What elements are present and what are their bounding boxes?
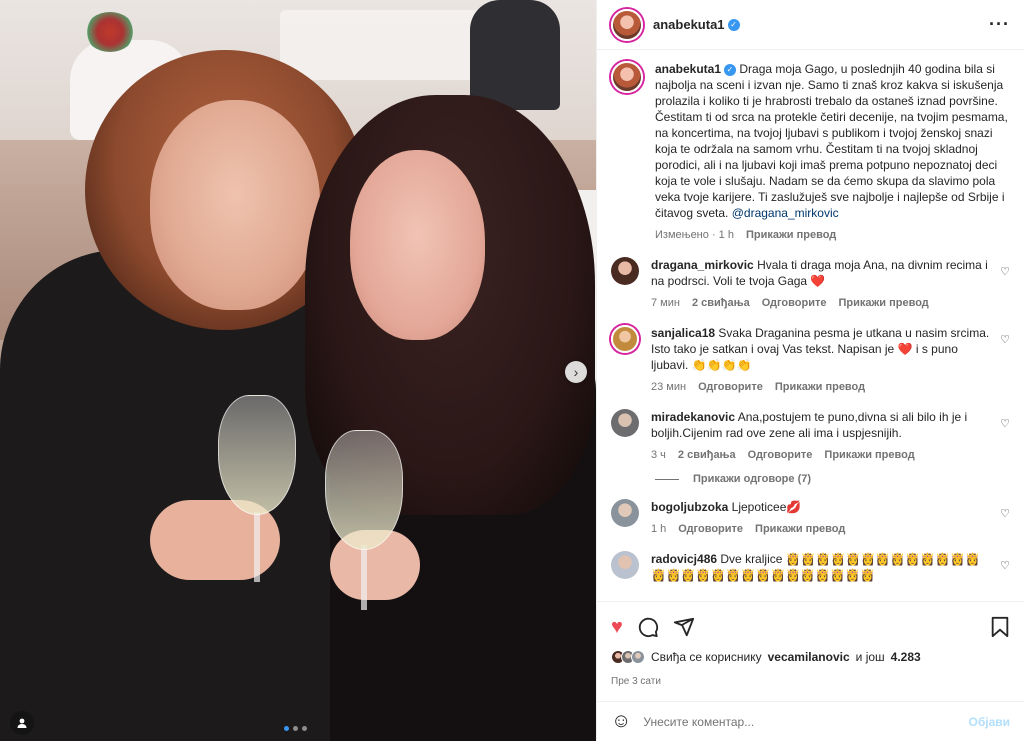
comment-username[interactable]: miradekanovic [651, 410, 735, 424]
translate-button[interactable]: Прикажи превод [824, 447, 914, 463]
like-heart-icon[interactable]: ♥ [611, 617, 623, 637]
photo-glass-stem [361, 545, 367, 610]
post-comment-button[interactable]: Објави [968, 715, 1010, 729]
likes-prefix: Свиђа се кориснику [651, 650, 762, 664]
comment-username[interactable]: bogoljubzoka [651, 500, 728, 514]
translate-button[interactable]: Прикажи превод [775, 379, 865, 395]
likes-summary[interactable]: Свиђа се кориснику vecamilanovic и још 4… [611, 650, 1010, 664]
post-actions-bar: ♥ [597, 601, 1024, 651]
comment-username[interactable]: sanjalica18 [651, 326, 715, 340]
comment-like-heart-icon[interactable]: ♡ [1000, 417, 1010, 430]
photo-table [280, 10, 480, 80]
translate-button[interactable]: Прикажи превод [746, 227, 836, 243]
liker-avatar [631, 650, 645, 664]
verified-badge-icon: ✓ [724, 63, 737, 76]
likes-mid: и још [855, 650, 885, 664]
edited-label: Измењено [655, 229, 709, 241]
comment-time: 3 ч [651, 449, 666, 461]
likers-avatars [611, 650, 645, 664]
post-header: anabekuta1 ✓ ··· [597, 0, 1024, 50]
replies-divider [655, 478, 679, 480]
tagged-users-button[interactable] [10, 711, 34, 735]
comment: sanjalica18 Svaka Draganina pesma je utk… [611, 325, 1010, 395]
chevron-right-icon: › [573, 364, 579, 380]
commenter-avatar[interactable] [611, 257, 639, 285]
caption-text: Draga moja Gago, u poslednjih 40 godina … [655, 62, 1008, 220]
comment: dragana_mirkovic Hvala ti draga moja Ana… [611, 257, 1010, 311]
more-options-icon[interactable]: ··· [989, 14, 1010, 35]
bookmark-icon[interactable] [990, 616, 1010, 638]
caption-username[interactable]: anabekuta1 [655, 62, 721, 76]
translate-button[interactable]: Прикажи превод [755, 521, 845, 537]
reply-button[interactable]: Одговорите [748, 447, 813, 463]
likes-username[interactable]: vecamilanovic [768, 650, 850, 664]
comment-text: Ljepoticee💋 [731, 500, 802, 514]
comments-list[interactable]: anabekuta1 ✓ Draga moja Gago, u poslednji… [597, 51, 1024, 601]
caption-mention[interactable]: @dragana_mirkovic [732, 206, 839, 220]
photo-glass-stem [254, 512, 260, 582]
carousel-dot [293, 726, 298, 731]
author-username[interactable]: anabekuta1 [653, 17, 725, 32]
comment-time: 1 h [651, 523, 667, 535]
carousel-dot [284, 726, 289, 731]
comment-likes-count[interactable]: 2 свиђања [678, 447, 736, 463]
photo-woman-right-face [350, 150, 485, 340]
comment-likes-count[interactable]: 2 свиђања [692, 295, 750, 311]
reply-button[interactable]: Одговорите [698, 379, 763, 395]
commenter-avatar[interactable] [611, 499, 639, 527]
likes-count[interactable]: 4.283 [891, 650, 921, 664]
carousel-dot [302, 726, 307, 731]
caption-time: 1 h [718, 229, 734, 241]
comment-like-heart-icon[interactable]: ♡ [1000, 559, 1010, 572]
caption: anabekuta1 ✓ Draga moja Gago, u poslednji… [611, 61, 1010, 243]
post-timestamp[interactable]: Пре 3 сати [611, 676, 661, 687]
photo-flowers [85, 12, 135, 52]
next-image-button[interactable]: › [565, 361, 587, 383]
comment-username[interactable]: dragana_mirkovic [651, 258, 754, 272]
author-avatar[interactable] [611, 61, 643, 93]
comment-like-heart-icon[interactable]: ♡ [1000, 507, 1010, 520]
comment-like-heart-icon[interactable]: ♡ [1000, 265, 1010, 278]
comment: radovicj486 Dve kraljice 👸👸👸👸👸👸👸👸👸👸👸👸👸👸👸… [611, 551, 1010, 583]
commenter-avatar[interactable] [611, 551, 639, 579]
commenter-avatar[interactable] [611, 325, 639, 353]
commenter-avatar[interactable] [611, 409, 639, 437]
comment-like-heart-icon[interactable]: ♡ [1000, 333, 1010, 346]
user-tag-icon [17, 718, 27, 728]
verified-badge-icon: ✓ [727, 18, 740, 31]
comment-input[interactable] [643, 714, 957, 729]
post-details-panel: anabekuta1 ✓ ··· anabekuta1 ✓ Draga moja … [596, 0, 1024, 741]
comment-time: 7 мин [651, 297, 680, 309]
share-send-icon[interactable] [673, 616, 695, 638]
add-comment-bar: ☺ Објави [597, 701, 1024, 741]
post-photo[interactable]: › [0, 0, 596, 741]
comment: bogoljubzoka Ljepoticee💋 1 h Одговорите … [611, 499, 1010, 537]
translate-button[interactable]: Прикажи превод [838, 295, 928, 311]
reply-button[interactable]: Одговорите [762, 295, 827, 311]
view-replies-button[interactable]: Прикажи одговоре (7) [655, 473, 1010, 485]
photo-background-person [470, 0, 560, 110]
photo-wine-glass [218, 395, 296, 515]
photo-woman-left-face [150, 100, 320, 310]
author-avatar[interactable] [611, 8, 643, 41]
comment-username[interactable]: radovicj486 [651, 552, 717, 566]
emoji-icon[interactable]: ☺ [611, 710, 631, 733]
photo-wine-glass [325, 430, 403, 550]
view-replies-label: Прикажи одговоре (7) [693, 473, 812, 485]
reply-button[interactable]: Одговорите [678, 521, 743, 537]
comment-time: 23 мин [651, 381, 687, 393]
carousel-indicator [284, 726, 307, 731]
comment-bubble-icon[interactable] [637, 616, 659, 638]
comment: miradekanovic Ana,postujem te puno,divna… [611, 409, 1010, 463]
